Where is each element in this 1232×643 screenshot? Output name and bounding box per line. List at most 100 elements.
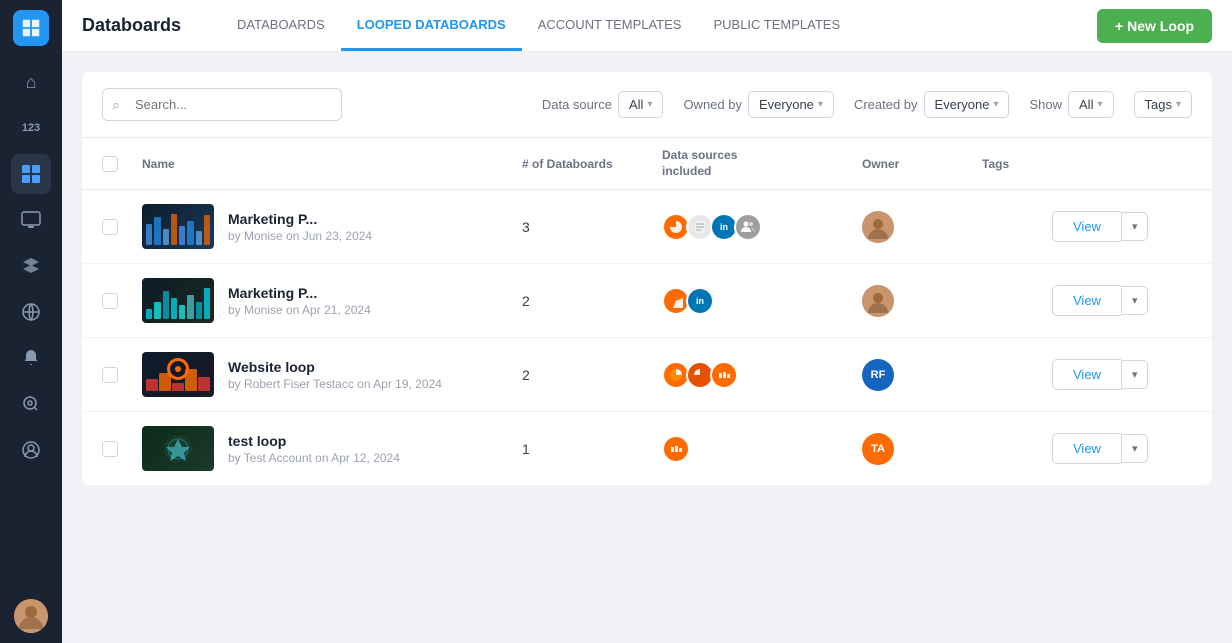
row-actions: View ▾: [1052, 285, 1192, 316]
datasource-select[interactable]: All ▾: [618, 91, 663, 118]
header-name: Name: [142, 157, 522, 171]
sidebar-icon-layers[interactable]: [11, 246, 51, 286]
header-datasources: Data sourcesincluded: [662, 148, 862, 179]
createdby-chevron-icon: ▾: [993, 99, 998, 110]
row-meta: by Test Account on Apr 12, 2024: [228, 451, 400, 465]
filter-datasource: Data source All ▾: [542, 91, 664, 118]
tags-select[interactable]: Tags ▾: [1134, 91, 1193, 118]
view-button[interactable]: View: [1052, 211, 1121, 242]
filter-ownedby: Owned by Everyone ▾: [683, 91, 834, 118]
row-name: Website loop: [228, 359, 442, 375]
tab-looped-databoards[interactable]: LOOPED DATABOARDS: [341, 0, 522, 51]
tab-account-templates[interactable]: ACCOUNT TEMPLATES: [522, 0, 698, 51]
row-meta: by Monise on Jun 23, 2024: [228, 229, 372, 243]
view-button[interactable]: View: [1052, 359, 1121, 390]
tab-databoards[interactable]: DATABOARDS: [221, 0, 341, 51]
sidebar-icon-user-circle[interactable]: [11, 430, 51, 470]
row-checkbox[interactable]: [102, 441, 118, 457]
header-tags: Tags: [982, 157, 1052, 171]
table-container: Name # of Databoards Data sourcesinclude…: [82, 138, 1212, 485]
user-avatar[interactable]: [14, 599, 48, 633]
select-all-checkbox[interactable]: [102, 156, 118, 172]
show-select[interactable]: All ▾: [1068, 91, 1113, 118]
view-button[interactable]: View: [1052, 433, 1121, 464]
search-icon: ⌕: [112, 96, 120, 113]
table-row: Marketing P... by Monise on Apr 21, 2024…: [82, 264, 1212, 338]
row-meta: by Monise on Apr 21, 2024: [228, 303, 371, 317]
new-loop-button[interactable]: + New Loop: [1097, 9, 1212, 43]
owner-avatar: TA: [862, 433, 894, 465]
sidebar-icon-bell[interactable]: [11, 338, 51, 378]
datasource-chevron-icon: ▾: [647, 99, 652, 110]
ownedby-label: Owned by: [683, 97, 742, 112]
row-info: Marketing P... by Monise on Jun 23, 2024: [142, 204, 522, 249]
row-databoard-count: 2: [522, 367, 662, 383]
filter-show: Show All ▾: [1029, 91, 1113, 118]
row-actions: View ▾: [1052, 211, 1192, 242]
show-chevron-icon: ▾: [1097, 99, 1102, 110]
row-databoard-count: 3: [522, 219, 662, 235]
row-info: Website loop by Robert Fiser Testacc on …: [142, 352, 522, 397]
row-name: test loop: [228, 433, 400, 449]
row-datasources: in: [662, 213, 862, 241]
view-dropdown-button[interactable]: ▾: [1121, 434, 1149, 463]
row-info: Marketing P... by Monise on Apr 21, 2024: [142, 278, 522, 323]
row-checkbox[interactable]: [102, 293, 118, 309]
tab-public-templates[interactable]: PUBLIC TEMPLATES: [697, 0, 856, 51]
sidebar-icon-home[interactable]: ⌂: [11, 62, 51, 102]
createdby-select[interactable]: Everyone ▾: [924, 91, 1010, 118]
page-body: ⌕ Data source All ▾ Owned by Everyone ▾ …: [62, 52, 1232, 643]
row-owner: TA: [862, 433, 982, 465]
view-dropdown-button[interactable]: ▾: [1121, 360, 1149, 389]
topnav-tabs: DATABOARDS LOOPED DATABOARDS ACCOUNT TEM…: [221, 0, 856, 51]
tags-chevron-icon: ▾: [1176, 99, 1181, 110]
search-input[interactable]: [102, 88, 342, 121]
row-datasources: [662, 361, 862, 389]
search-wrap: ⌕: [102, 88, 342, 121]
row-actions: View ▾: [1052, 359, 1192, 390]
row-checkbox[interactable]: [102, 219, 118, 235]
filter-tags: Tags ▾: [1134, 91, 1193, 118]
sidebar-icon-screen[interactable]: [11, 200, 51, 240]
header-checkbox-col: [102, 156, 142, 172]
main-content: Databoards DATABOARDS LOOPED DATABOARDS …: [62, 0, 1232, 643]
view-dropdown-button[interactable]: ▾: [1121, 212, 1149, 241]
row-owner: [862, 285, 982, 317]
datasource-icon: [734, 213, 762, 241]
table-row: Marketing P... by Monise on Jun 23, 2024…: [82, 190, 1212, 264]
row-name: Marketing P...: [228, 211, 372, 227]
row-thumbnail: [142, 204, 214, 249]
row-thumbnail: [142, 352, 214, 397]
owner-avatar: RF: [862, 359, 894, 391]
row-checkbox[interactable]: [102, 367, 118, 383]
topnav: Databoards DATABOARDS LOOPED DATABOARDS …: [62, 0, 1232, 52]
datasource-icon: in: [686, 287, 714, 315]
sidebar-icon-globe[interactable]: [11, 292, 51, 332]
row-thumbnail: [142, 278, 214, 323]
datasource-label: Data source: [542, 97, 612, 112]
row-owner: [862, 211, 982, 243]
app-logo[interactable]: [13, 10, 49, 46]
header-owner: Owner: [862, 157, 982, 171]
row-meta: by Robert Fiser Testacc on Apr 19, 2024: [228, 377, 442, 391]
row-datasources: [662, 435, 862, 463]
row-thumbnail: [142, 426, 214, 471]
view-dropdown-button[interactable]: ▾: [1121, 286, 1149, 315]
sidebar-icon-search-circle[interactable]: [11, 384, 51, 424]
ownedby-chevron-icon: ▾: [818, 99, 823, 110]
sidebar-icon-databoards[interactable]: [11, 154, 51, 194]
row-datasources: in: [662, 287, 862, 315]
show-label: Show: [1029, 97, 1062, 112]
datasource-icon: [710, 361, 738, 389]
ownedby-select[interactable]: Everyone ▾: [748, 91, 834, 118]
owner-avatar: [862, 285, 894, 317]
app-title: Databoards: [82, 15, 181, 36]
view-button[interactable]: View: [1052, 285, 1121, 316]
table-header: Name # of Databoards Data sourcesinclude…: [82, 138, 1212, 190]
datasource-icon: [662, 435, 690, 463]
sidebar-icon-numbers[interactable]: 123: [11, 108, 51, 148]
row-databoard-count: 2: [522, 293, 662, 309]
row-owner: RF: [862, 359, 982, 391]
row-info: test loop by Test Account on Apr 12, 202…: [142, 426, 522, 471]
row-actions: View ▾: [1052, 433, 1192, 464]
